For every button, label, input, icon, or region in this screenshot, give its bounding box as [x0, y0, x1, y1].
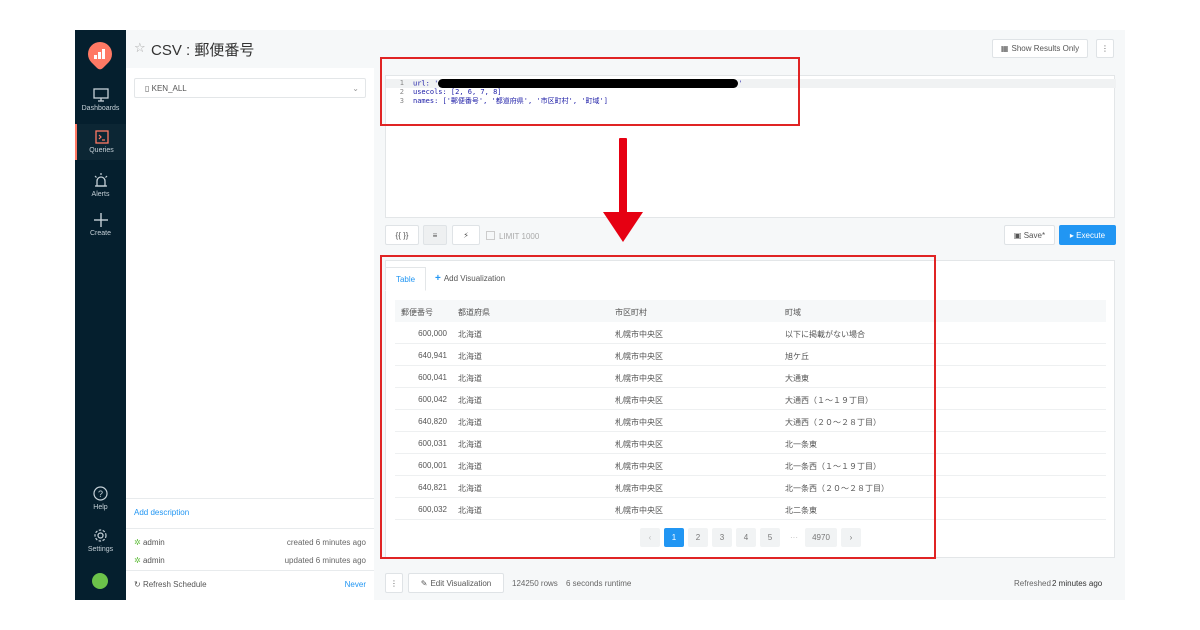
nav-create-label: Create: [89, 230, 111, 237]
format-icon: ≡: [432, 230, 438, 240]
save-button[interactable]: ▣ Save*: [1004, 225, 1055, 245]
divider: [126, 528, 374, 529]
nav-help[interactable]: ? Help: [75, 486, 126, 511]
refreshed-time: 2 minutes ago: [1052, 579, 1103, 588]
nav-alerts-label: Alerts: [91, 191, 110, 198]
show-results-only-label: Show Results Only: [1011, 44, 1080, 53]
refresh-schedule-row: ↻ Refresh Schedule Never: [134, 580, 366, 589]
rows-count: 124250 rows: [512, 579, 558, 588]
refreshed-label: Refreshed: [1014, 579, 1051, 588]
runtime-text: 6 seconds runtime: [566, 579, 632, 588]
annotation-arrow-head: [603, 212, 643, 242]
nav-dashboards[interactable]: Dashboards: [75, 88, 126, 112]
nav-help-label: Help: [93, 504, 108, 511]
divider: [126, 498, 374, 499]
help-icon: ?: [93, 486, 108, 501]
schema-value: KEN_ALL: [151, 84, 187, 93]
more-icon: ⋮: [390, 578, 398, 588]
nav-alerts[interactable]: Alerts: [75, 173, 126, 198]
refresh-schedule-label: Refresh Schedule: [142, 580, 207, 589]
schema-panel: ▯ KEN_ALL ⌄ Add description ✲ admin crea…: [126, 68, 374, 600]
user-avatar-icon: ✲: [134, 556, 143, 565]
lightning-icon: ⚡: [463, 230, 469, 240]
left-nav: Dashboards Queries Alerts Create ? Help …: [75, 30, 126, 600]
divider: [126, 570, 374, 571]
execute-label: ▸ Execute: [1069, 230, 1106, 240]
more-icon: ⋮: [1101, 44, 1109, 53]
checkbox-box: [486, 231, 495, 240]
edit-visualization-label: Edit Visualization: [430, 578, 492, 588]
logo-bars: [94, 49, 106, 59]
limit-checkbox[interactable]: LIMIT 1000: [486, 231, 539, 241]
params-label: {{ }}: [395, 230, 409, 240]
annotation-box-editor: [380, 57, 800, 126]
updated-time: updated 6 minutes ago: [284, 556, 366, 565]
gear-icon: [94, 529, 107, 542]
plus-icon: [93, 213, 108, 227]
nav-settings[interactable]: Settings: [75, 528, 126, 553]
monitor-icon: [92, 88, 109, 102]
terminal-icon: [94, 130, 109, 144]
refresh-schedule-value[interactable]: Never: [345, 580, 366, 589]
nav-queries[interactable]: Queries: [75, 124, 126, 160]
chevron-down-icon: ⌄: [352, 84, 359, 93]
nav-create[interactable]: Create: [75, 213, 126, 237]
grid-icon: ▦: [1000, 44, 1009, 53]
created-by[interactable]: admin: [143, 538, 165, 547]
refresh-icon: ↻: [134, 580, 143, 589]
schema-select[interactable]: ▯ KEN_ALL ⌄: [134, 78, 366, 98]
nav-queries-label: Queries: [89, 147, 114, 154]
user-avatar[interactable]: [92, 573, 108, 589]
show-results-only-button[interactable]: ▦ Show Results Only: [992, 39, 1088, 58]
annotation-box-results: [380, 255, 936, 559]
annotation-arrow-shaft: [619, 138, 627, 218]
user-avatar-icon: ✲: [134, 538, 143, 547]
nav-settings-label: Settings: [87, 546, 114, 553]
add-description-link[interactable]: Add description: [134, 508, 189, 517]
alarm-icon: [94, 173, 107, 187]
limit-label: LIMIT 1000: [499, 232, 540, 241]
updated-row: ✲ admin updated 6 minutes ago: [134, 556, 366, 565]
updated-by[interactable]: admin: [143, 556, 165, 565]
favorite-star-icon[interactable]: ☆: [134, 40, 146, 56]
edit-visualization-button[interactable]: ✎ Edit Visualization: [408, 573, 504, 593]
add-parameter-button[interactable]: {{ }}: [385, 225, 419, 245]
edit-icon: ✎: [420, 578, 428, 588]
query-footer: ⋮ ✎ Edit Visualization 124250 rows 6 seco…: [385, 573, 1115, 595]
footer-more-button[interactable]: ⋮: [385, 573, 403, 593]
created-row: ✲ admin created 6 minutes ago: [134, 538, 366, 547]
created-time: created 6 minutes ago: [286, 538, 366, 547]
autocomplete-button[interactable]: ⚡: [452, 225, 480, 245]
save-icon: ▣: [1013, 230, 1024, 240]
svg-text:?: ?: [98, 489, 103, 499]
execute-button[interactable]: ▸ Execute: [1059, 225, 1116, 245]
nav-dashboards-label: Dashboards: [81, 105, 120, 112]
save-label: Save*: [1023, 230, 1046, 240]
file-icon: ▯: [145, 84, 152, 93]
format-query-button[interactable]: ≡: [423, 225, 447, 245]
page-title[interactable]: CSV : 郵便番号: [151, 39, 254, 60]
header-more-button[interactable]: ⋮: [1096, 39, 1114, 58]
